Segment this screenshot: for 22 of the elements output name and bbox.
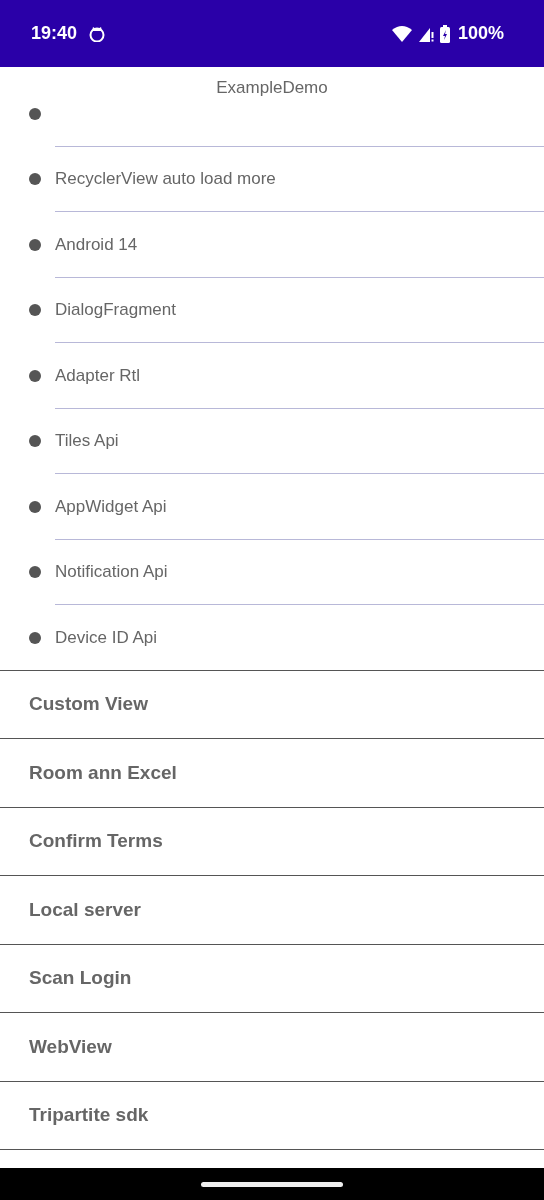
battery-level: 100% [457, 23, 504, 44]
list-item[interactable]: DialogFragment [0, 277, 544, 343]
cat-face-icon [89, 25, 106, 42]
list-item[interactable]: Device ID Api [0, 605, 544, 671]
wifi-icon [391, 25, 412, 42]
list-item[interactable]: Adapter Rtl [0, 343, 544, 409]
section-item[interactable]: Tripartite sdk [0, 1081, 544, 1150]
section-item[interactable]: Local server [0, 876, 544, 945]
list-item[interactable]: AppWidget Api [0, 474, 544, 540]
list-item[interactable]: RecyclerView auto load more [0, 146, 544, 212]
home-handle[interactable] [201, 1181, 343, 1187]
battery-icon [439, 24, 450, 43]
list-item[interactable]: Android 14 [0, 212, 544, 278]
section-item[interactable]: Custom View [0, 670, 544, 739]
section-item[interactable]: Confirm Terms [0, 807, 544, 876]
list-item[interactable]: Tiles Api [0, 408, 544, 474]
status-time: 19:40 [31, 23, 78, 44]
app-title: ExampleDemo [216, 77, 328, 98]
list-item[interactable]: Notification Api [0, 539, 544, 605]
section-item[interactable]: Scan Login [0, 944, 544, 1013]
section-item[interactable]: WebView [0, 1013, 544, 1082]
section-item[interactable]: Room ann Excel [0, 739, 544, 808]
